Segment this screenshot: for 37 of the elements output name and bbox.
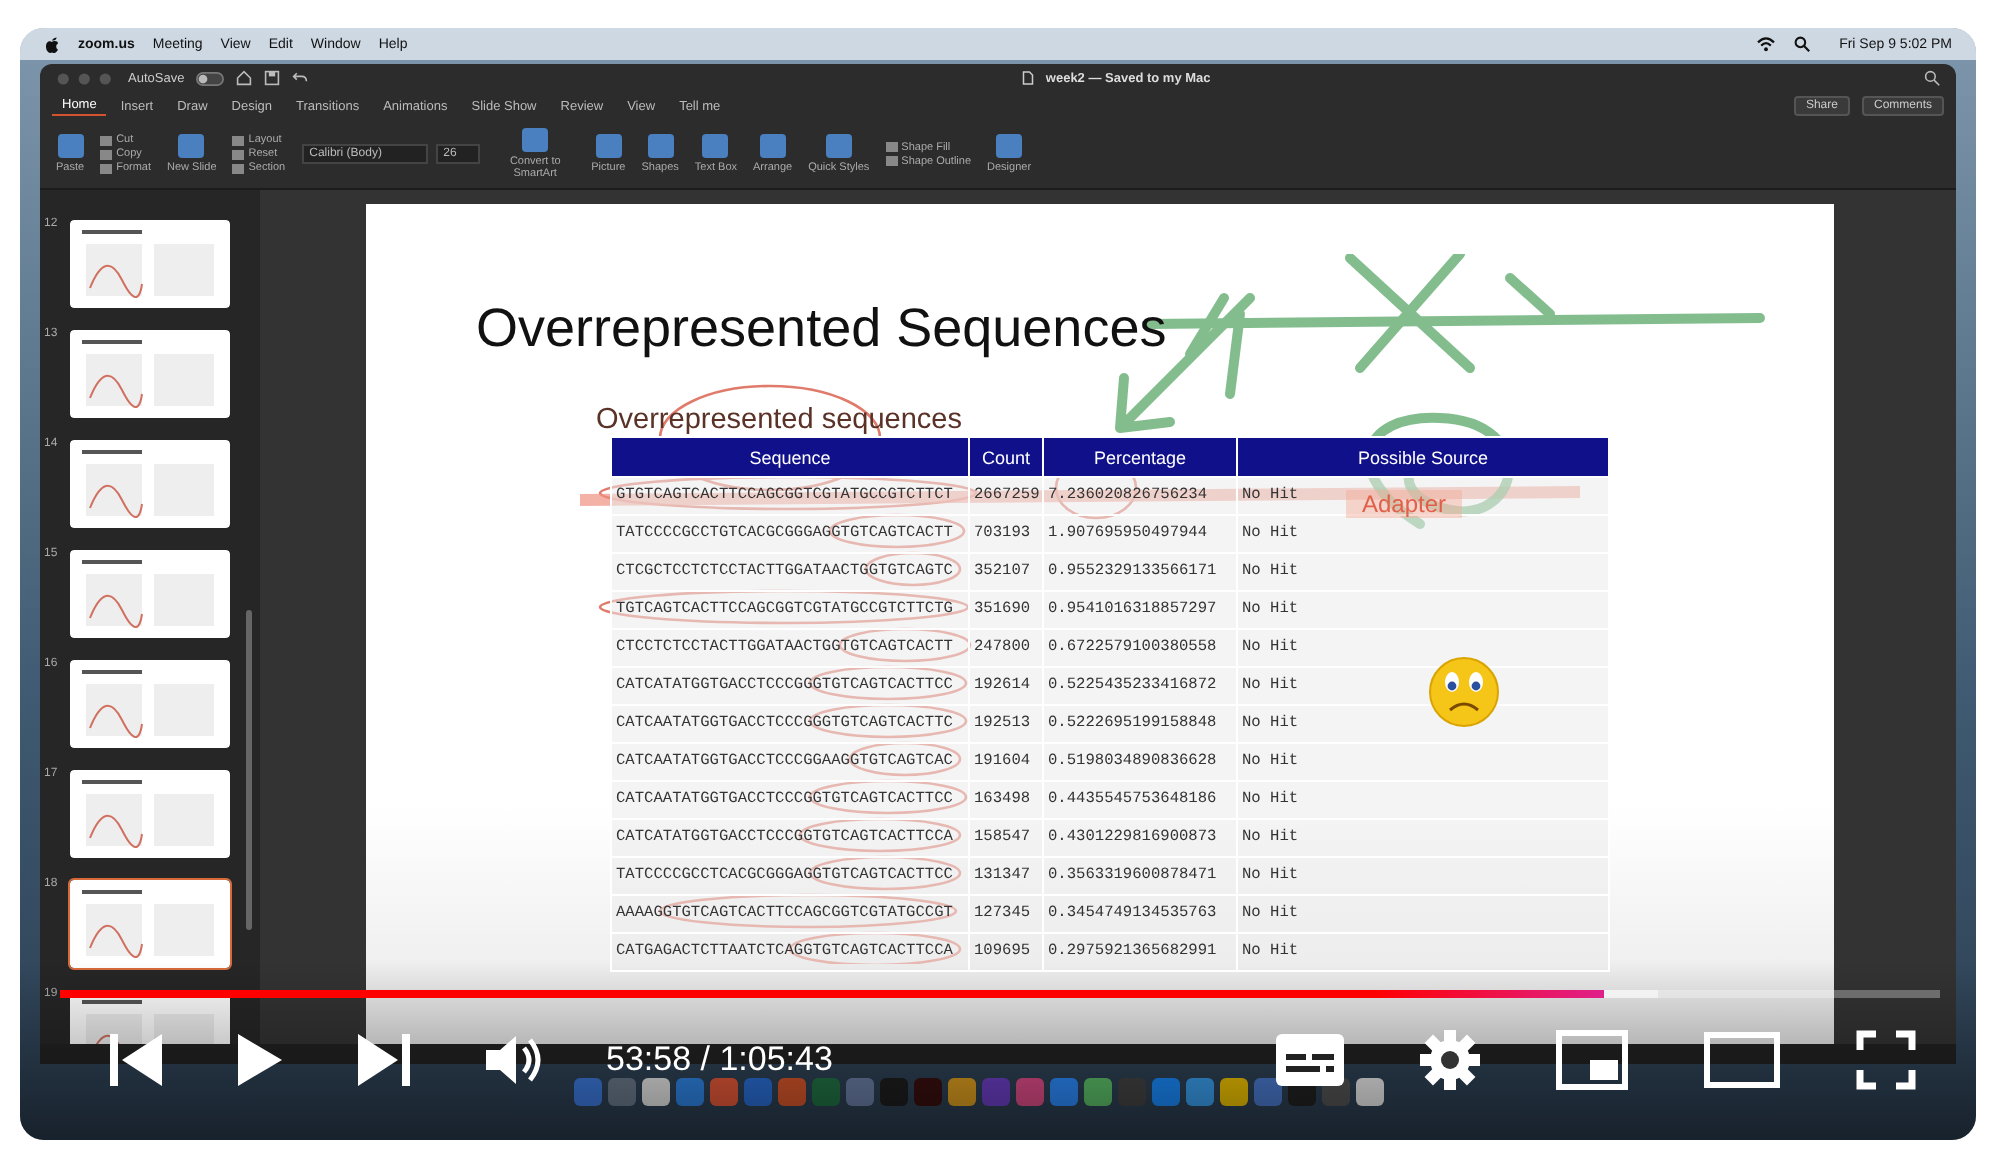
slide-thumbnail[interactable] bbox=[68, 768, 232, 860]
slide-thumbnail[interactable] bbox=[68, 548, 232, 640]
sad-emoji-icon bbox=[1428, 656, 1500, 728]
search-icon[interactable] bbox=[1793, 36, 1810, 52]
wifi-icon[interactable] bbox=[1755, 36, 1776, 52]
miniplayer-icon[interactable] bbox=[1556, 1030, 1628, 1090]
fullscreen-icon[interactable] bbox=[1856, 1030, 1916, 1090]
subtitles-icon[interactable] bbox=[1276, 1034, 1344, 1086]
toggle-icon[interactable] bbox=[196, 71, 225, 85]
next-icon[interactable] bbox=[358, 1032, 410, 1088]
undo-icon[interactable] bbox=[292, 70, 309, 86]
search-icon[interactable] bbox=[1924, 70, 1940, 86]
column-header: Sequence bbox=[611, 437, 969, 477]
play-icon[interactable] bbox=[238, 1034, 282, 1086]
theater-mode-icon[interactable] bbox=[1704, 1032, 1780, 1088]
slide-thumbnail[interactable] bbox=[68, 878, 232, 970]
slide-thumbnail[interactable] bbox=[68, 438, 232, 530]
slide-thumbnail[interactable] bbox=[68, 328, 232, 420]
dock-app-icon[interactable] bbox=[1253, 1078, 1281, 1106]
column-header: Percentage bbox=[1043, 437, 1237, 477]
volume-icon[interactable] bbox=[486, 1032, 546, 1088]
slide-thumbnail[interactable] bbox=[68, 218, 232, 310]
previous-icon[interactable] bbox=[110, 1032, 162, 1088]
column-header: Possible Source bbox=[1237, 437, 1609, 477]
save-icon[interactable] bbox=[264, 70, 281, 86]
playback-time: 53:58 / 1:05:43 bbox=[606, 1040, 833, 1080]
scrollbar[interactable] bbox=[246, 610, 252, 930]
apple-icon[interactable] bbox=[44, 35, 60, 53]
handwritten-note: Adapter bbox=[1346, 490, 1463, 518]
slide-thumbnail[interactable] bbox=[68, 658, 232, 750]
dock-app-icon[interactable] bbox=[641, 1078, 669, 1106]
slide-title: Overrepresented Sequences bbox=[474, 296, 1169, 360]
column-header: Count bbox=[969, 437, 1043, 477]
document-icon bbox=[1021, 70, 1034, 86]
home-icon[interactable] bbox=[236, 70, 253, 86]
progress-bar[interactable] bbox=[60, 990, 1940, 998]
dock-app-icon[interactable] bbox=[1355, 1078, 1383, 1106]
